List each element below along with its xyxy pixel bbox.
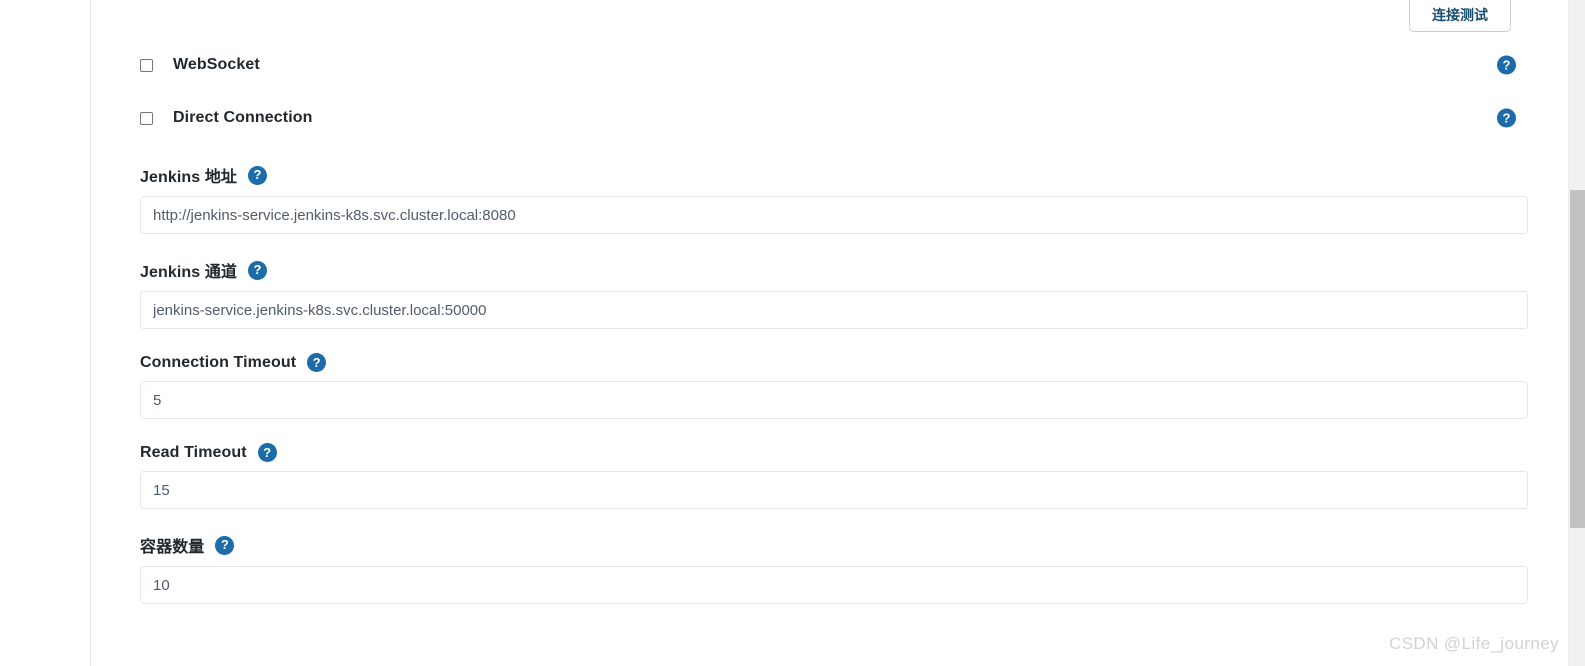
read-timeout-input[interactable] <box>140 471 1528 509</box>
direct-connection-checkbox-label: Direct Connection <box>173 109 313 126</box>
field-read-timeout: Read Timeout ? <box>140 443 1528 509</box>
settings-content-area: 连接测试 WebSocket ? Direct Connection ? Jen… <box>91 0 1585 666</box>
help-icon[interactable]: ? <box>248 165 268 185</box>
field-label-row: Jenkins 通道 ? <box>140 258 1528 282</box>
help-icon-glyph: ? <box>253 167 262 182</box>
field-connection-timeout: Connection Timeout ? <box>140 353 1528 419</box>
help-icon-glyph: ? <box>253 262 262 277</box>
help-icon-glyph: ? <box>220 537 229 552</box>
field-label-row: Connection Timeout ? <box>140 353 1528 372</box>
connection-timeout-input[interactable] <box>140 381 1528 419</box>
read-timeout-label: Read Timeout <box>140 443 247 461</box>
help-icon[interactable]: ? <box>215 535 235 555</box>
field-label-row: 容器数量 ? <box>140 533 1528 557</box>
form-row-direct-connection: Direct Connection ? <box>140 103 1528 133</box>
field-label-row: Read Timeout ? <box>140 443 1528 462</box>
help-icon[interactable]: ? <box>307 353 327 372</box>
websocket-checkbox[interactable] <box>140 58 153 72</box>
field-label-row: Jenkins 地址 ? <box>140 163 1528 187</box>
scrollbar-thumb[interactable] <box>1570 190 1585 528</box>
websocket-checkbox-label: WebSocket <box>173 56 260 73</box>
container-count-label: 容器数量 <box>140 539 205 556</box>
watermark: CSDN @Life_journey <box>1389 634 1559 653</box>
direct-connection-checkbox[interactable] <box>140 111 153 125</box>
settings-page: 连接测试 WebSocket ? Direct Connection ? Jen… <box>0 0 1585 666</box>
help-icon-glyph: ? <box>1502 57 1511 72</box>
help-icon-glyph: ? <box>1502 110 1511 125</box>
vertical-scrollbar[interactable] <box>1568 0 1585 666</box>
jenkins-channel-input[interactable] <box>140 291 1528 329</box>
help-icon-glyph: ? <box>263 444 272 460</box>
container-count-input[interactable] <box>140 566 1528 604</box>
jenkins-channel-label: Jenkins 通道 <box>140 264 238 281</box>
connection-timeout-label: Connection Timeout <box>140 353 297 371</box>
help-icon[interactable]: ? <box>1497 55 1516 75</box>
help-icon[interactable]: ? <box>257 443 277 462</box>
help-icon[interactable]: ? <box>248 260 268 280</box>
jenkins-settings-form: WebSocket ? Direct Connection ? Jenkins … <box>140 0 1528 604</box>
help-icon[interactable]: ? <box>1497 108 1516 128</box>
form-row-websocket: WebSocket ? <box>140 50 1528 80</box>
field-jenkins-channel: Jenkins 通道 ? <box>140 258 1528 329</box>
jenkins-address-label: Jenkins 地址 <box>140 169 238 186</box>
field-container-count: 容器数量 ? <box>140 533 1528 604</box>
left-gutter <box>0 0 91 666</box>
jenkins-address-input[interactable] <box>140 196 1528 234</box>
help-icon-glyph: ? <box>312 354 321 370</box>
field-jenkins-address: Jenkins 地址 ? <box>140 163 1528 234</box>
